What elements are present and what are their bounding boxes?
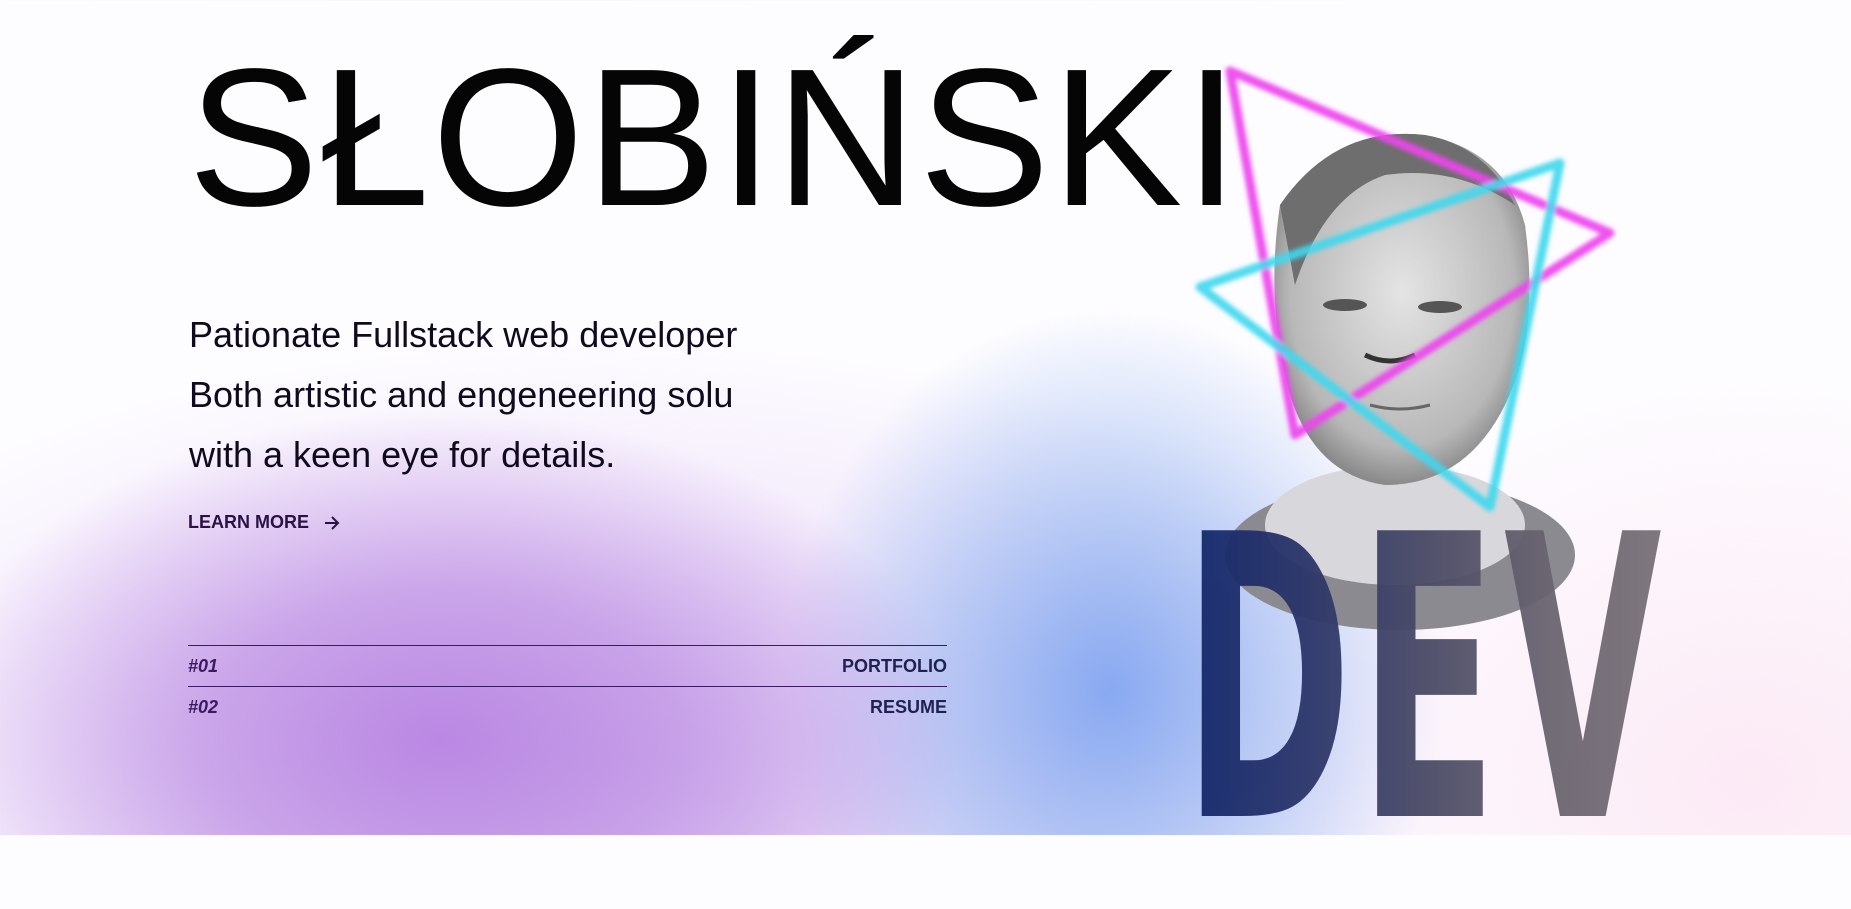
dev-overlay-text: DEV (1183, 453, 1668, 909)
page-title: SŁOBIŃSKI (188, 28, 1241, 247)
tagline-line: Both artistic and engeneering solu (189, 374, 734, 415)
nav-label: RESUME (869, 696, 947, 717)
nav-item-portfolio[interactable]: #01 PORTFOLIO (188, 645, 947, 686)
learn-more-link[interactable]: LEARN MORE (188, 512, 341, 533)
arrow-right-icon (325, 515, 340, 530)
tagline-line: with a keen eye for details. (189, 434, 616, 475)
tagline: Pationate Fullstack web developer Both a… (189, 305, 737, 485)
nav-list: #01 PORTFOLIO #02 RESUME (188, 645, 947, 727)
learn-more-label: LEARN MORE (188, 512, 309, 532)
nav-label: PORTFOLIO (842, 655, 947, 676)
nav-item-resume[interactable]: #02 RESUME (188, 686, 947, 727)
tagline-line: Pationate Fullstack web developer (189, 314, 738, 355)
nav-number: #02 (188, 696, 219, 717)
nav-number: #01 (188, 655, 219, 676)
